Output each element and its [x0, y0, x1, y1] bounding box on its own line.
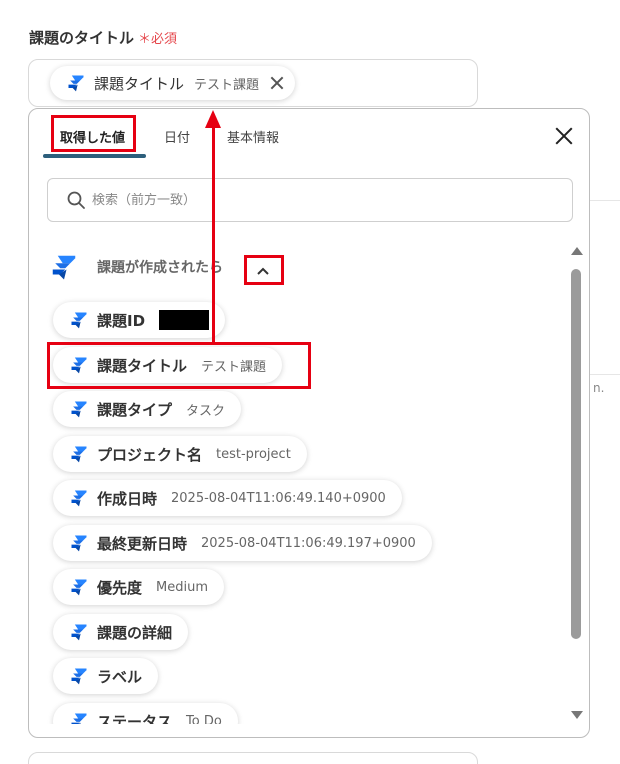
field-label-text: 課題のタイトル: [29, 29, 135, 47]
background-text-fragment: n.: [593, 381, 605, 395]
scrollbar[interactable]: [570, 247, 583, 719]
value-picker-panel: 取得した値 日付 基本情報 課題が作成されたら 課題ID 課題タイト: [28, 108, 590, 738]
jira-icon: [69, 666, 89, 686]
list-item-updated-at[interactable]: 最終更新日時 2025-08-04T11:06:49.197+0900: [53, 525, 432, 561]
list-item-issue-title[interactable]: 課題タイトル テスト課題: [53, 347, 283, 383]
jira-icon: [69, 355, 89, 375]
item-name: 優先度: [97, 578, 143, 597]
tab-basic-info[interactable]: 基本情報: [227, 127, 279, 146]
jira-icon: [69, 488, 89, 508]
field-label: 課題のタイトル ＊必須: [29, 27, 177, 48]
required-mark: ＊必須: [138, 32, 178, 47]
remove-chip-icon[interactable]: [269, 75, 285, 91]
background-divider: [590, 374, 620, 375]
selected-value-chip: 課題タイトル テスト課題: [50, 66, 296, 100]
item-name: プロジェクト名: [97, 445, 203, 464]
search-input[interactable]: [92, 192, 532, 208]
item-name: ステータス: [97, 712, 173, 725]
search-icon: [67, 191, 85, 209]
active-tab-indicator: [43, 154, 146, 158]
jira-icon: [66, 73, 86, 93]
tab-date[interactable]: 日付: [164, 127, 190, 146]
jira-icon: [69, 577, 89, 597]
item-value: 2025-08-04T11:06:49.140+0900: [171, 490, 386, 506]
tab-acquired-values[interactable]: 取得した値: [60, 127, 125, 146]
chevron-up-icon: [257, 267, 269, 275]
section-header: 課題が作成されたら: [49, 252, 223, 282]
annotation-arrow-head-icon: [205, 110, 221, 128]
jira-icon: [69, 399, 89, 419]
item-value: 2025-08-04T11:06:49.197+0900: [201, 535, 416, 551]
list-item-created-at[interactable]: 作成日時 2025-08-04T11:06:49.140+0900: [53, 480, 402, 516]
collapse-section-button[interactable]: [245, 258, 281, 284]
jira-icon: [69, 533, 89, 553]
search-box[interactable]: [47, 178, 573, 222]
item-name: 課題タイプ: [97, 400, 173, 419]
tab-bar: 取得した値 日付 基本情報: [29, 109, 589, 159]
item-name: 最終更新日時: [97, 534, 188, 553]
list-item-issue-detail[interactable]: 課題の詳細: [53, 614, 189, 650]
item-value: test-project: [216, 446, 291, 462]
item-value: Medium: [156, 579, 208, 595]
background-divider: [590, 200, 620, 201]
scroll-down-arrow-icon[interactable]: [571, 711, 583, 719]
background-next-field: [28, 752, 478, 764]
scroll-up-arrow-icon[interactable]: [571, 247, 583, 255]
item-value: タスク: [186, 403, 226, 419]
list-item-issue-id[interactable]: 課題ID: [53, 302, 226, 338]
annotation-arrow-shaft: [212, 124, 215, 344]
list-item-project-name[interactable]: プロジェクト名 test-project: [53, 436, 307, 472]
item-name: 作成日時: [97, 489, 158, 508]
close-icon[interactable]: [555, 127, 573, 145]
item-name: 課題の詳細: [97, 623, 173, 642]
section-title: 課題が作成されたら: [97, 260, 223, 276]
jira-icon: [69, 310, 89, 330]
jira-icon: [69, 711, 89, 724]
chip-name: 課題タイトル: [94, 74, 185, 93]
list-item-label[interactable]: ラベル: [53, 658, 159, 694]
item-name: 課題ID: [97, 311, 146, 330]
redacted-value: [159, 310, 210, 330]
item-value: To Do: [186, 713, 222, 725]
scrollbar-thumb[interactable]: [571, 269, 581, 639]
list-item-issue-type[interactable]: 課題タイプ タスク: [53, 391, 242, 427]
jira-icon: [49, 252, 79, 282]
chip-value: テスト課題: [194, 77, 260, 93]
item-name: 課題タイトル: [97, 356, 188, 375]
jira-icon: [69, 444, 89, 464]
item-value: テスト課題: [201, 359, 267, 375]
item-name: ラベル: [97, 667, 143, 686]
list-item-priority[interactable]: 優先度 Medium: [53, 569, 224, 605]
jira-icon: [69, 622, 89, 642]
list-item-status[interactable]: ステータス To Do: [53, 703, 238, 724]
value-list: 課題が作成されたら 課題ID 課題タイトル テスト課題 課題タイプ タスク プロ…: [29, 239, 569, 724]
